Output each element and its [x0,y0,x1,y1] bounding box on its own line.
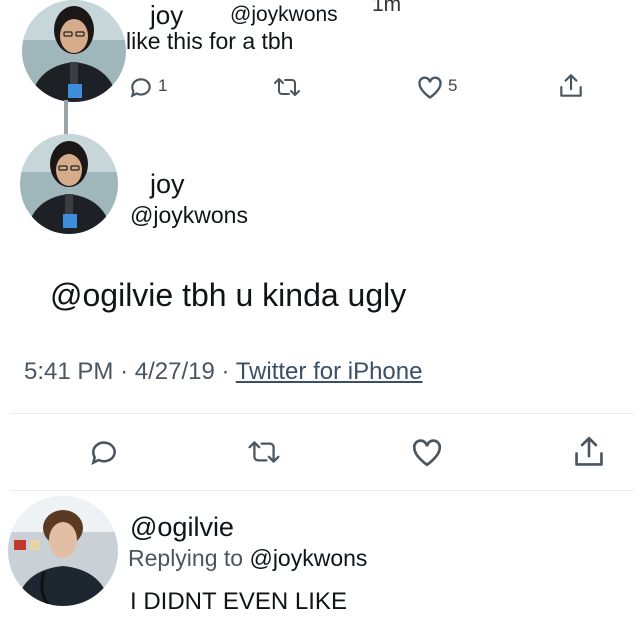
main-tweet-meta: 5:41 PM · 4/27/19 · Twitter for iPhone [24,358,422,386]
thread-connector [64,100,68,134]
tweet-date: 4/27/19 [134,358,215,385]
reply-icon[interactable] [128,74,154,100]
meta-separator-1: · [120,358,129,385]
replying-label: Replying to [128,545,244,571]
reply-handle[interactable]: @ogilvie [130,512,234,542]
main-tweet-name[interactable]: joy [150,170,185,198]
tweet-source-link[interactable]: Twitter for iPhone [236,358,423,385]
avatar-joy-main[interactable] [20,134,118,234]
reply-icon[interactable] [88,436,120,468]
reply-count: 1 [158,76,168,95]
like-count: 5 [448,76,458,95]
avatar-joy-top[interactable] [22,0,126,102]
avatar-ogilvie[interactable] [8,496,118,606]
divider-top [10,413,634,414]
divider-bottom [10,490,634,491]
top-tweet-handle[interactable]: @joykwons [230,4,338,26]
reply-text: I DIDNT EVEN LIKE [130,588,347,615]
replying-to-line: Replying to @joykwons [128,544,367,572]
main-tweet-handle[interactable]: @joykwons [130,202,248,228]
like-icon[interactable] [416,74,444,100]
retweet-icon[interactable] [272,74,302,100]
meta-separator-2: · [221,358,230,385]
top-tweet-time: 1m [372,0,402,16]
replying-to-handle[interactable]: @joykwons [249,545,367,571]
like-icon[interactable] [410,436,444,468]
top-tweet-name[interactable]: joy [150,2,183,28]
tweet-time: 5:41 PM [24,358,114,385]
share-icon[interactable] [572,434,606,470]
top-tweet-text: like this for a tbh [126,28,294,54]
share-icon[interactable] [558,72,584,100]
retweet-icon[interactable] [246,436,282,468]
main-tweet-text: @ogilvie tbh u kinda ugly [50,277,407,313]
